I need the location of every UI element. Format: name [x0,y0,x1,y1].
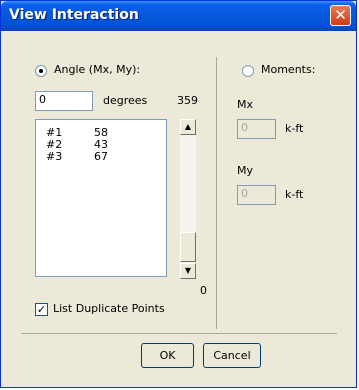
bottom-divider [21,333,337,334]
cancel-button[interactable]: Cancel [203,343,261,368]
point-value: 67 [94,150,108,163]
angle-radio-label: Angle (Mx, My): [54,63,141,76]
points-listbox[interactable]: #1 58 #2 43 #3 67 [35,119,167,277]
mx-input[interactable]: 0 [237,119,276,139]
moments-radio[interactable] [242,65,254,77]
angle-radio[interactable] [35,65,47,77]
my-unit: k-ft [285,188,304,201]
scroll-down-button[interactable]: ▼ [180,263,196,279]
close-icon: ✕ [334,6,347,24]
mx-unit: k-ft [285,122,304,135]
list-item[interactable]: #3 67 [46,150,156,163]
window-title: View Interaction [9,7,139,23]
title-bar: View Interaction ✕ [1,1,356,31]
dialog-window: View Interaction ✕ Angle (Mx, My): 0 deg… [0,0,357,388]
my-input[interactable]: 0 [237,185,276,205]
ok-button[interactable]: OK [141,343,194,368]
check-icon: ✓ [36,303,47,316]
angle-min-value: 0 [200,284,207,297]
scroll-down-icon: ▼ [184,266,192,275]
group-divider [216,57,217,329]
list-duplicates-label: List Duplicate Points [53,302,165,315]
point-id: #3 [46,150,63,163]
list-item[interactable]: #1 58 [46,126,156,139]
angle-input[interactable]: 0 [35,91,93,111]
scrollbar-thumb[interactable] [180,232,196,262]
moments-radio-label: Moments: [261,63,316,76]
scroll-up-icon: ▲ [184,122,192,131]
my-label: My [237,164,254,177]
mx-label: Mx [237,98,254,111]
list-item[interactable]: #2 43 [46,138,156,151]
angle-max-value: 359 [177,94,198,107]
close-button[interactable]: ✕ [330,5,351,26]
list-duplicates-checkbox[interactable]: ✓ [35,303,48,316]
degrees-label: degrees [103,94,148,107]
scroll-up-button[interactable]: ▲ [180,119,196,135]
